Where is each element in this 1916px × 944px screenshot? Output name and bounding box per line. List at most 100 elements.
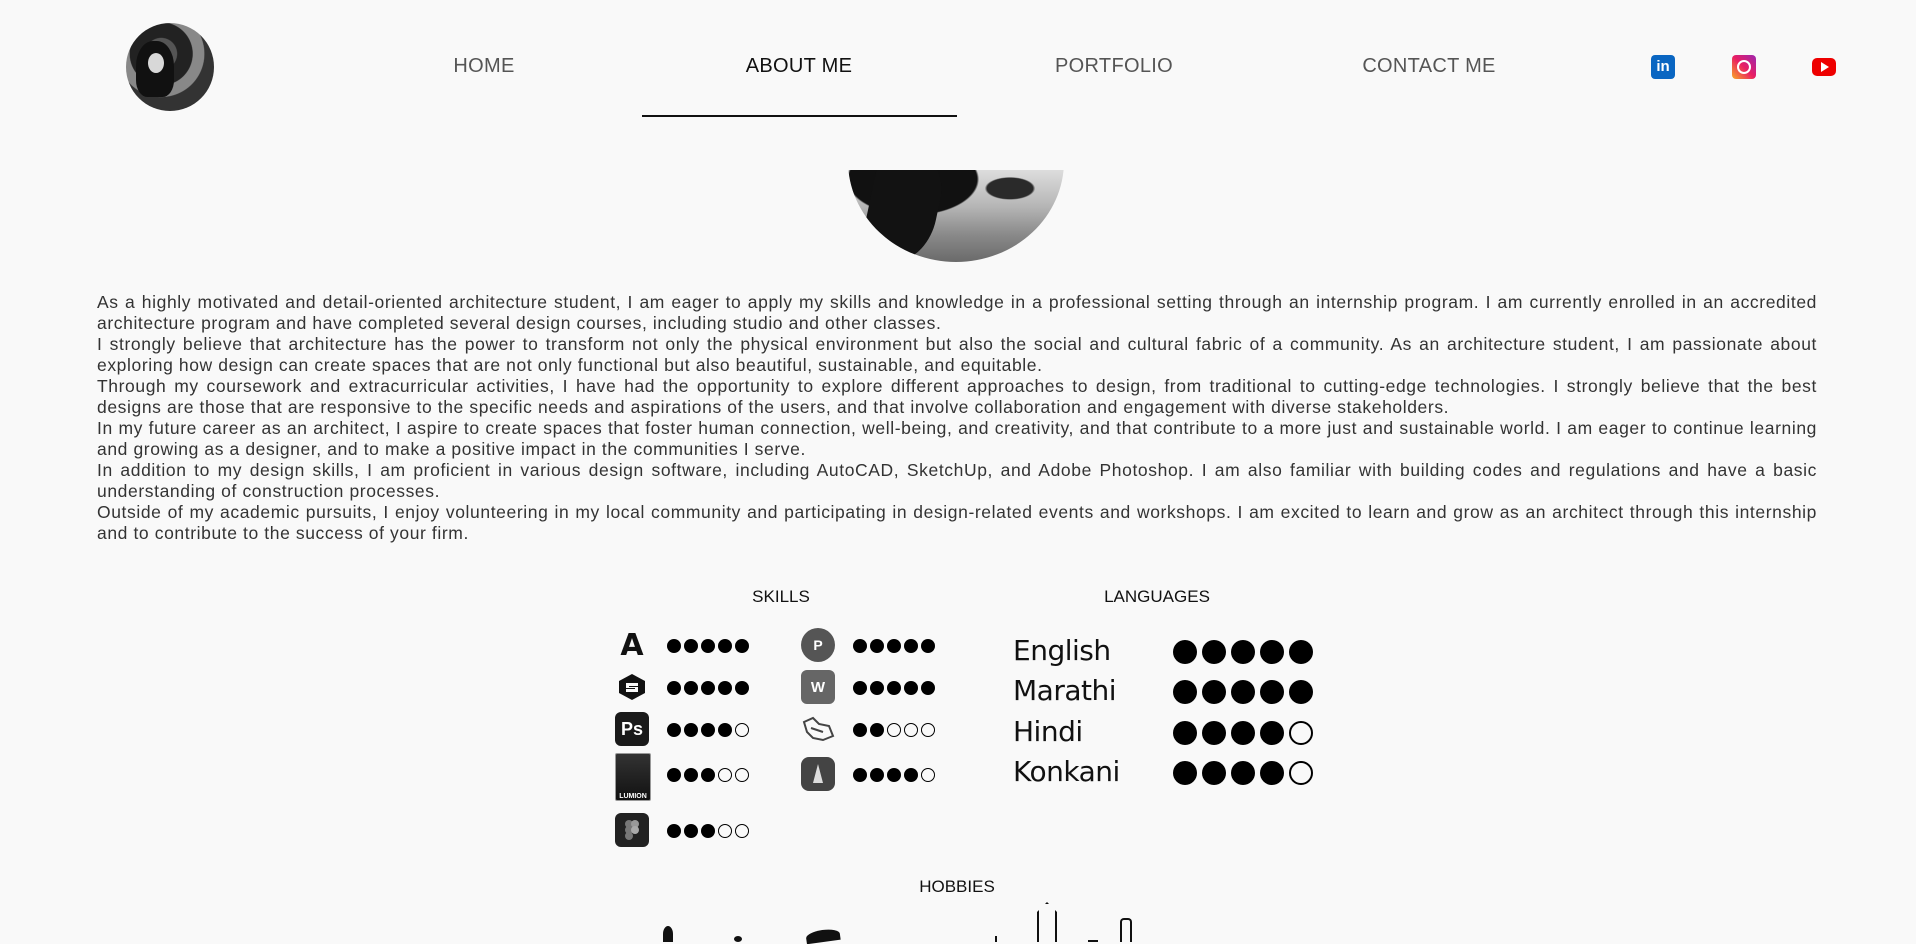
rating-dot-filled bbox=[684, 768, 698, 782]
rating-dot-filled bbox=[1260, 680, 1284, 704]
skill-rating bbox=[853, 639, 935, 653]
bio-paragraph: In addition to my design skills, I am pr… bbox=[97, 460, 1817, 501]
rating-dot-filled bbox=[667, 824, 681, 838]
rating-dot-filled bbox=[870, 723, 884, 737]
rating-dot-filled bbox=[735, 639, 749, 653]
nav-contact-me-label[interactable]: CONTACT ME bbox=[1362, 55, 1495, 78]
language-rating bbox=[1173, 680, 1313, 704]
hobbies-heading: HOBBIES bbox=[919, 877, 995, 896]
rating-dot-filled bbox=[921, 639, 935, 653]
vectorworks-icon bbox=[801, 757, 835, 791]
rating-dot-empty bbox=[887, 723, 901, 737]
rating-dot-filled bbox=[701, 824, 715, 838]
rating-dot-filled bbox=[1173, 761, 1197, 785]
bio-paragraph: Through my coursework and extracurricula… bbox=[97, 376, 1817, 417]
rating-dot-filled bbox=[921, 681, 935, 695]
rating-dot-filled bbox=[684, 639, 698, 653]
bio-paragraph: In my future career as an architect, I a… bbox=[97, 418, 1817, 459]
rating-dot-filled bbox=[1202, 761, 1226, 785]
nav-about-me-label[interactable]: ABOUT ME bbox=[746, 55, 853, 78]
rating-dot-filled bbox=[1173, 640, 1197, 664]
skills-heading: SKILLS bbox=[752, 587, 810, 606]
rating-dot-filled bbox=[887, 768, 901, 782]
language-rating bbox=[1173, 640, 1313, 664]
rating-dot-filled bbox=[1202, 721, 1226, 745]
language-name: Konkani bbox=[1013, 755, 1120, 788]
rating-dot-filled bbox=[1289, 640, 1313, 664]
skill-rating bbox=[667, 768, 749, 782]
rating-dot-filled bbox=[1231, 761, 1255, 785]
rating-dot-empty bbox=[735, 768, 749, 782]
rating-dot-filled bbox=[853, 723, 867, 737]
languages-heading: LANGUAGES bbox=[1104, 587, 1210, 606]
skill-rating bbox=[853, 681, 935, 695]
rating-dot-filled bbox=[870, 639, 884, 653]
rating-dot-filled bbox=[870, 681, 884, 695]
language-rating bbox=[1173, 721, 1313, 745]
rating-dot-empty bbox=[921, 723, 935, 737]
rating-dot-filled bbox=[718, 723, 732, 737]
about-bio: As a highly motivated and detail-oriente… bbox=[97, 292, 1817, 544]
rating-dot-filled bbox=[853, 768, 867, 782]
icon-glyph: W bbox=[810, 678, 826, 696]
rating-dot-filled bbox=[701, 768, 715, 782]
rating-dot-filled bbox=[1231, 680, 1255, 704]
rating-dot-filled bbox=[904, 768, 918, 782]
rating-dot-filled bbox=[1289, 680, 1313, 704]
skill-rating bbox=[667, 723, 749, 737]
autocad-icon: A bbox=[615, 627, 649, 663]
powerpoint-icon: P bbox=[801, 628, 835, 662]
rating-dot-filled bbox=[904, 681, 918, 695]
rating-dot-filled bbox=[1260, 640, 1284, 664]
rating-dot-empty bbox=[904, 723, 918, 737]
rating-dot-filled bbox=[853, 681, 867, 695]
bio-paragraph: I strongly believe that architecture has… bbox=[97, 334, 1817, 375]
rating-dot-filled bbox=[904, 639, 918, 653]
language-rating bbox=[1173, 761, 1313, 785]
rating-dot-empty bbox=[1289, 761, 1313, 785]
rating-dot-filled bbox=[887, 681, 901, 695]
skill-rating bbox=[853, 768, 935, 782]
rating-dot-filled bbox=[684, 681, 698, 695]
bio-paragraph: Outside of my academic pursuits, I enjoy… bbox=[97, 502, 1817, 543]
nav-portfolio-label[interactable]: PORTFOLIO bbox=[1055, 55, 1173, 78]
rating-dot-empty bbox=[921, 768, 935, 782]
rating-dot-filled bbox=[667, 723, 681, 737]
rating-dot-filled bbox=[684, 824, 698, 838]
rating-dot-filled bbox=[684, 723, 698, 737]
icon-glyph: P bbox=[813, 637, 823, 653]
rating-dot-filled bbox=[701, 681, 715, 695]
rating-dot-empty bbox=[735, 723, 749, 737]
rating-dot-filled bbox=[1173, 680, 1197, 704]
rating-dot-empty bbox=[1289, 721, 1313, 745]
rating-dot-filled bbox=[667, 639, 681, 653]
rating-dot-filled bbox=[1231, 721, 1255, 745]
skill-rating bbox=[853, 723, 935, 737]
lumion-icon: LUMION bbox=[615, 753, 651, 801]
skill-rating bbox=[667, 681, 749, 695]
rating-dot-filled bbox=[701, 639, 715, 653]
rating-dot-filled bbox=[718, 639, 732, 653]
skill-rating bbox=[667, 824, 749, 838]
rating-dot-filled bbox=[1260, 721, 1284, 745]
rating-dot-filled bbox=[887, 639, 901, 653]
language-name: English bbox=[1013, 634, 1111, 667]
rating-dot-filled bbox=[1173, 721, 1197, 745]
figma-icon bbox=[615, 813, 649, 847]
rating-dot-filled bbox=[1202, 680, 1226, 704]
rating-dot-filled bbox=[735, 681, 749, 695]
photoshop-icon: Ps bbox=[615, 712, 649, 746]
icon-glyph: A bbox=[620, 627, 644, 663]
rating-dot-filled bbox=[853, 639, 867, 653]
rating-dot-filled bbox=[1260, 761, 1284, 785]
nav-home-label[interactable]: HOME bbox=[453, 55, 514, 78]
language-name: Hindi bbox=[1013, 715, 1083, 748]
rating-dot-filled bbox=[701, 723, 715, 737]
rating-dot-empty bbox=[718, 768, 732, 782]
skill-rating bbox=[667, 639, 749, 653]
rating-dot-filled bbox=[1202, 640, 1226, 664]
rating-dot-empty bbox=[718, 824, 732, 838]
word-icon: W bbox=[801, 670, 835, 704]
rating-dot-filled bbox=[870, 768, 884, 782]
icon-glyph: LUMION bbox=[619, 793, 647, 800]
